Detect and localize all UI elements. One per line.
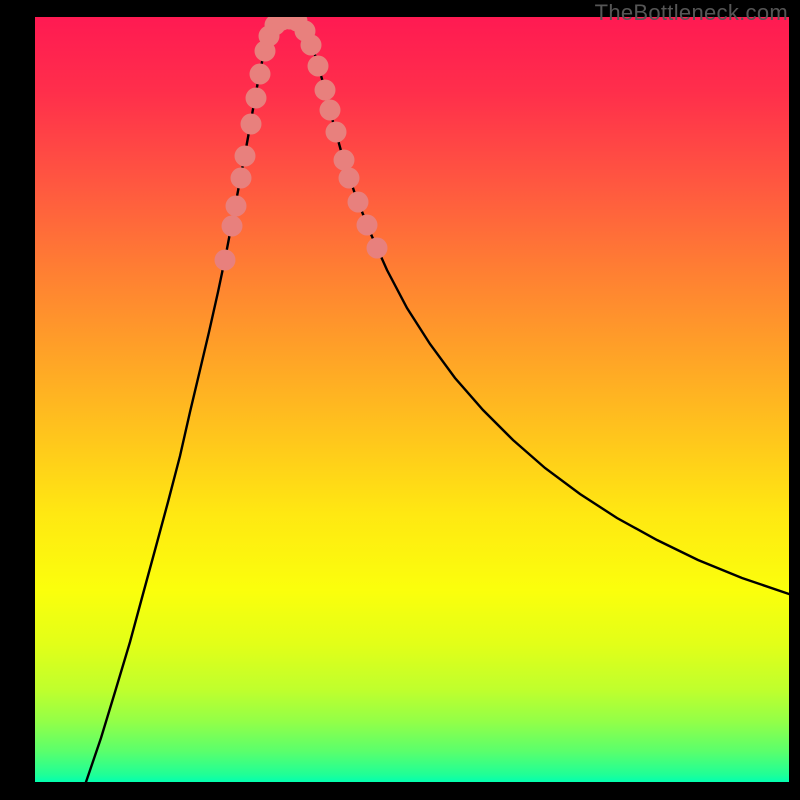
watermark-text: TheBottleneck.com — [595, 0, 788, 26]
curve-svg — [35, 17, 789, 782]
data-marker — [357, 215, 378, 236]
data-marker — [367, 238, 388, 259]
data-marker — [215, 250, 236, 271]
data-marker — [222, 216, 243, 237]
curve-markers — [215, 17, 388, 271]
data-marker — [339, 168, 360, 189]
chart-frame: TheBottleneck.com — [0, 0, 800, 800]
data-marker — [326, 122, 347, 143]
data-marker — [348, 192, 369, 213]
data-marker — [235, 146, 256, 167]
data-marker — [315, 80, 336, 101]
data-marker — [301, 35, 322, 56]
data-marker — [250, 64, 271, 85]
data-marker — [308, 56, 329, 77]
plot-area — [35, 17, 789, 782]
data-marker — [231, 168, 252, 189]
data-marker — [334, 150, 355, 171]
bottleneck-curve — [86, 19, 789, 782]
data-marker — [226, 196, 247, 217]
data-marker — [320, 100, 341, 121]
data-marker — [246, 88, 267, 109]
data-marker — [241, 114, 262, 135]
